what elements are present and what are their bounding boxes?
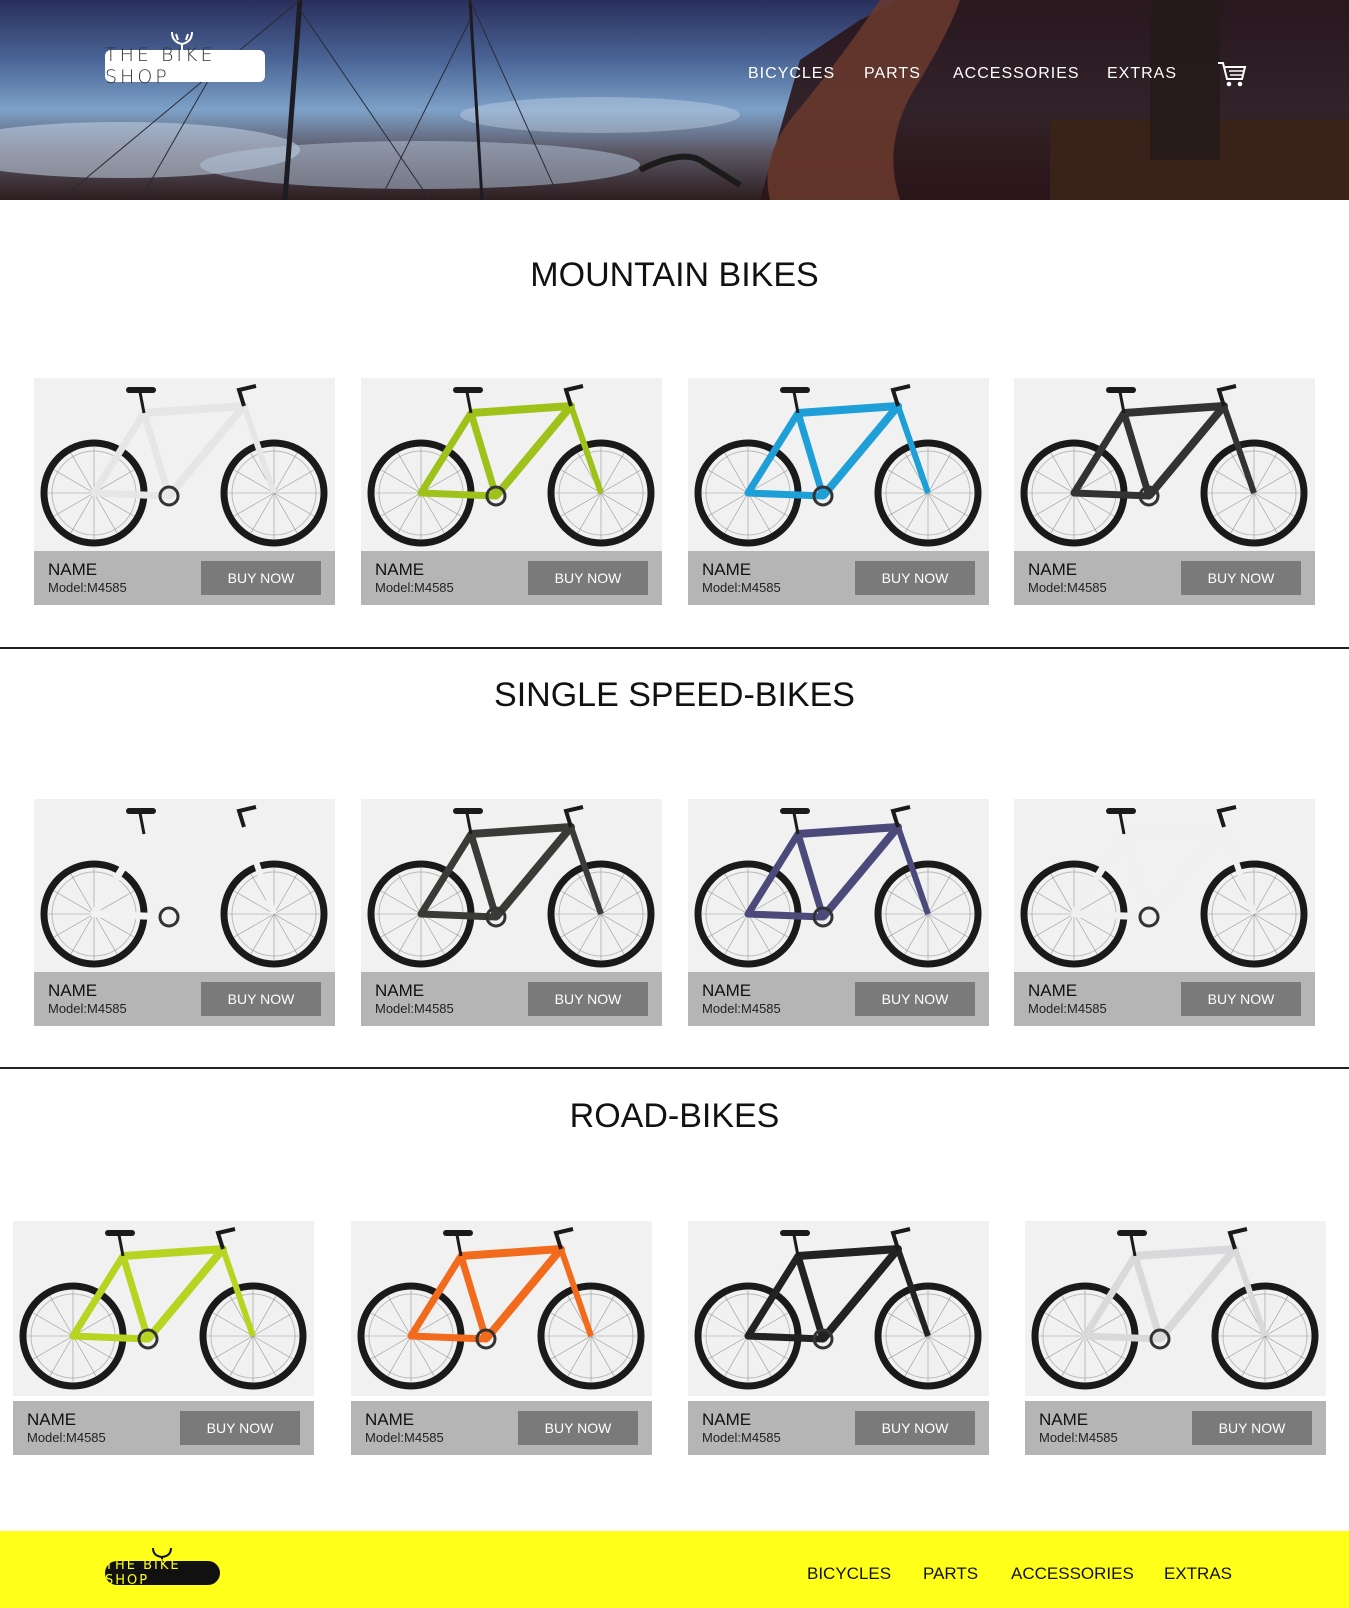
product-info-bar: NAME Model:M4585 BUY NOW — [34, 972, 335, 1026]
product-card[interactable]: NAME Model:M4585 BUY NOW — [361, 799, 662, 1026]
product-image[interactable] — [1025, 1221, 1326, 1396]
product-model: Model:M4585 — [1039, 1430, 1118, 1445]
logo[interactable]: THE BIKE SHOP — [105, 44, 265, 88]
product-image[interactable] — [1014, 378, 1315, 553]
footer-nav-bicycles[interactable]: BICYCLES — [807, 1564, 891, 1584]
buy-now-button[interactable]: BUY NOW — [201, 561, 321, 595]
product-image[interactable] — [351, 1221, 652, 1396]
product-model: Model:M4585 — [27, 1430, 106, 1445]
product-card[interactable]: NAME Model:M4585 BUY NOW — [34, 799, 335, 1026]
product-info-bar: NAME Model:M4585 BUY NOW — [1014, 972, 1315, 1026]
product-card[interactable]: NAME Model:M4585 BUY NOW — [688, 1221, 989, 1455]
product-name: NAME — [48, 981, 98, 1000]
product-info-bar: NAME Model:M4585 BUY NOW — [688, 1401, 989, 1455]
product-card[interactable]: NAME Model:M4585 BUY NOW — [688, 378, 989, 605]
nav-parts[interactable]: PARTS — [864, 65, 921, 83]
product-model: Model:M4585 — [1028, 580, 1107, 595]
product-name: NAME — [702, 1410, 752, 1429]
product-model: Model:M4585 — [702, 1430, 781, 1445]
buy-now-button[interactable]: BUY NOW — [201, 982, 321, 1016]
product-info-bar: NAME Model:M4585 BUY NOW — [34, 551, 335, 605]
product-image[interactable] — [34, 378, 335, 553]
product-model: Model:M4585 — [1028, 1001, 1107, 1016]
product-model: Model:M4585 — [375, 1001, 454, 1016]
footer-nav-parts[interactable]: PARTS — [923, 1564, 978, 1584]
buy-now-button[interactable]: BUY NOW — [855, 561, 975, 595]
product-info-bar: NAME Model:M4585 BUY NOW — [351, 1401, 652, 1455]
product-info-bar: NAME Model:M4585 BUY NOW — [1014, 551, 1315, 605]
hero-background — [0, 0, 1349, 200]
product-info-bar: NAME Model:M4585 BUY NOW — [688, 972, 989, 1026]
buy-now-button[interactable]: BUY NOW — [1192, 1411, 1312, 1445]
buy-now-button[interactable]: BUY NOW — [1181, 982, 1301, 1016]
product-model: Model:M4585 — [702, 1001, 781, 1016]
buy-now-button[interactable]: BUY NOW — [528, 561, 648, 595]
product-image[interactable] — [688, 1221, 989, 1396]
product-image[interactable] — [688, 799, 989, 974]
product-card[interactable]: NAME Model:M4585 BUY NOW — [1014, 799, 1315, 1026]
product-card[interactable]: NAME Model:M4585 BUY NOW — [13, 1221, 314, 1455]
nav-bicycles[interactable]: BICYCLES — [748, 65, 835, 83]
product-name: NAME — [375, 560, 425, 579]
product-image[interactable] — [1014, 799, 1315, 974]
product-info-bar: NAME Model:M4585 BUY NOW — [688, 551, 989, 605]
section-divider — [0, 1067, 1349, 1069]
footer-nav-accessories[interactable]: ACCESSORIES — [1011, 1564, 1134, 1584]
product-info-bar: NAME Model:M4585 BUY NOW — [361, 972, 662, 1026]
product-name: NAME — [702, 560, 752, 579]
product-name: NAME — [1028, 981, 1078, 1000]
footer: THE BIKE SHOP BICYCLES PARTS ACCESSORIES… — [0, 1531, 1349, 1608]
product-model: Model:M4585 — [702, 580, 781, 595]
product-image[interactable] — [361, 799, 662, 974]
product-name: NAME — [365, 1410, 415, 1429]
product-image[interactable] — [361, 378, 662, 553]
product-card[interactable]: NAME Model:M4585 BUY NOW — [1025, 1221, 1326, 1455]
section-title-mountain: MOUNTAIN BIKES — [530, 256, 819, 294]
product-info-bar: NAME Model:M4585 BUY NOW — [1025, 1401, 1326, 1455]
nav-accessories[interactable]: ACCESSORIES — [953, 65, 1080, 83]
product-name: NAME — [27, 1410, 77, 1429]
cart-icon[interactable] — [1217, 60, 1247, 93]
product-model: Model:M4585 — [48, 1001, 127, 1016]
product-name: NAME — [702, 981, 752, 1000]
section-title-road: ROAD-BIKES — [569, 1097, 780, 1135]
section-title-single-speed: SINGLE SPEED-BIKES — [494, 676, 855, 714]
product-image[interactable] — [13, 1221, 314, 1396]
product-name: NAME — [48, 560, 98, 579]
product-card[interactable]: NAME Model:M4585 BUY NOW — [361, 378, 662, 605]
product-model: Model:M4585 — [48, 580, 127, 595]
product-name: NAME — [1039, 1410, 1089, 1429]
product-name: NAME — [1028, 560, 1078, 579]
buy-now-button[interactable]: BUY NOW — [528, 982, 648, 1016]
product-name: NAME — [375, 981, 425, 1000]
product-info-bar: NAME Model:M4585 BUY NOW — [13, 1401, 314, 1455]
product-card[interactable]: NAME Model:M4585 BUY NOW — [351, 1221, 652, 1455]
product-card[interactable]: NAME Model:M4585 BUY NOW — [688, 799, 989, 1026]
product-image[interactable] — [34, 799, 335, 974]
product-card[interactable]: NAME Model:M4585 BUY NOW — [1014, 378, 1315, 605]
product-model: Model:M4585 — [365, 1430, 444, 1445]
product-card[interactable]: NAME Model:M4585 BUY NOW — [34, 378, 335, 605]
buy-now-button[interactable]: BUY NOW — [1181, 561, 1301, 595]
product-info-bar: NAME Model:M4585 BUY NOW — [361, 551, 662, 605]
buy-now-button[interactable]: BUY NOW — [180, 1411, 300, 1445]
nav-extras[interactable]: EXTRAS — [1107, 65, 1177, 83]
buy-now-button[interactable]: BUY NOW — [855, 982, 975, 1016]
product-model: Model:M4585 — [375, 580, 454, 595]
product-image[interactable] — [688, 378, 989, 553]
buy-now-button[interactable]: BUY NOW — [518, 1411, 638, 1445]
hero-header: THE BIKE SHOP BICYCLES PARTS ACCESSORIES… — [0, 0, 1349, 200]
section-divider — [0, 647, 1349, 649]
buy-now-button[interactable]: BUY NOW — [855, 1411, 975, 1445]
footer-logo[interactable]: THE BIKE SHOP — [105, 1558, 220, 1588]
footer-nav-extras[interactable]: EXTRAS — [1164, 1564, 1232, 1584]
